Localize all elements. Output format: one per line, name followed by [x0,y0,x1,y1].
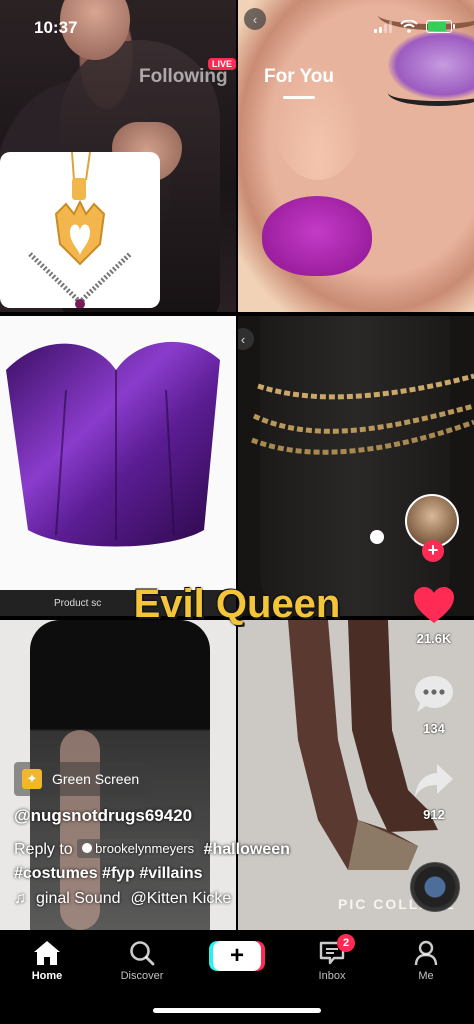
home-icon [34,941,60,965]
like-count: 21.6K [416,631,452,646]
chain-belt-image [251,373,474,455]
collage-tile-pendant [0,152,160,308]
heart-icon[interactable] [413,586,455,624]
sound-row[interactable]: ♫ ginal Sound @Kitten Kicke [14,890,231,908]
hashtag-costumes[interactable]: #costumes [14,865,98,882]
hashtag-fyp[interactable]: #fyp [102,865,135,882]
effect-chip-label: Green Screen [52,771,140,787]
dot-indicator [370,530,384,544]
prev-arrow-icon: ‹ [238,328,254,350]
tab-home-label: Home [31,970,63,982]
status-time: 10:37 [34,18,78,37]
active-tab-indicator [283,96,315,99]
battery-icon [426,20,455,33]
tab-me[interactable]: Me [391,938,461,982]
effect-chip[interactable]: ✦ Green Screen [14,762,152,796]
plus-icon: + [229,942,244,969]
creator-avatar-group[interactable]: + [394,490,474,570]
tab-inbox[interactable]: 2 Inbox [297,934,367,982]
tab-home[interactable]: Home [12,938,82,982]
purple-lips [262,196,372,276]
tab-discover[interactable]: Discover [107,938,177,982]
purple-corset-image [6,341,220,547]
creator-username[interactable]: @nugsnotdrugs69420 [14,806,192,826]
hashtag-villains[interactable]: #villains [139,865,202,882]
green-screen-icon: ✦ [22,769,42,789]
live-badge[interactable]: LIVE [208,58,237,70]
comment-icon[interactable] [413,674,455,714]
share-icon[interactable] [413,762,455,800]
comment-button[interactable]: 134 [394,674,474,736]
follow-button[interactable]: + [422,540,444,562]
search-icon [130,941,155,966]
sound-artist: @Kitten Kicke [130,890,232,907]
tab-inbox-label: Inbox [318,970,346,982]
home-indicator[interactable] [153,1008,321,1013]
video-caption: Reply to brookelynmeyers #halloween #cos… [14,838,334,886]
share-button[interactable]: 912 [394,762,474,822]
tab-me-label: Me [418,970,434,982]
inbox-unread-badge: 2 [337,934,355,952]
hashtag-halloween[interactable]: #halloween [204,841,290,858]
collage-tile-corset: Product sc [0,316,236,616]
tab-discover-label: Discover [120,970,164,982]
status-bar: 10:37 [0,0,474,52]
sound-disc-icon[interactable] [410,862,460,912]
signal-icon [374,20,392,33]
share-count: 912 [423,807,445,822]
pendant-image [28,152,132,308]
music-note-icon: ♫ [14,890,26,907]
wifi-icon [400,20,418,33]
tab-for-you[interactable]: For You [264,66,334,88]
person-icon [414,940,438,966]
sound-title: ginal Sound [36,890,121,907]
reply-user-chip[interactable]: brookelynmeyers [77,838,200,858]
feed-tabs: Following LIVE For You [0,58,474,104]
like-button[interactable]: 21.6K [394,586,474,646]
comment-bubble-icon [82,843,93,853]
create-button[interactable]: + [213,941,261,971]
comment-count: 134 [423,721,445,736]
reply-prefix: Reply to [14,841,73,858]
status-icons [374,20,455,33]
reply-user: brookelynmeyers [95,840,195,856]
collage-tile-chain-belt: ‹ [238,316,474,616]
